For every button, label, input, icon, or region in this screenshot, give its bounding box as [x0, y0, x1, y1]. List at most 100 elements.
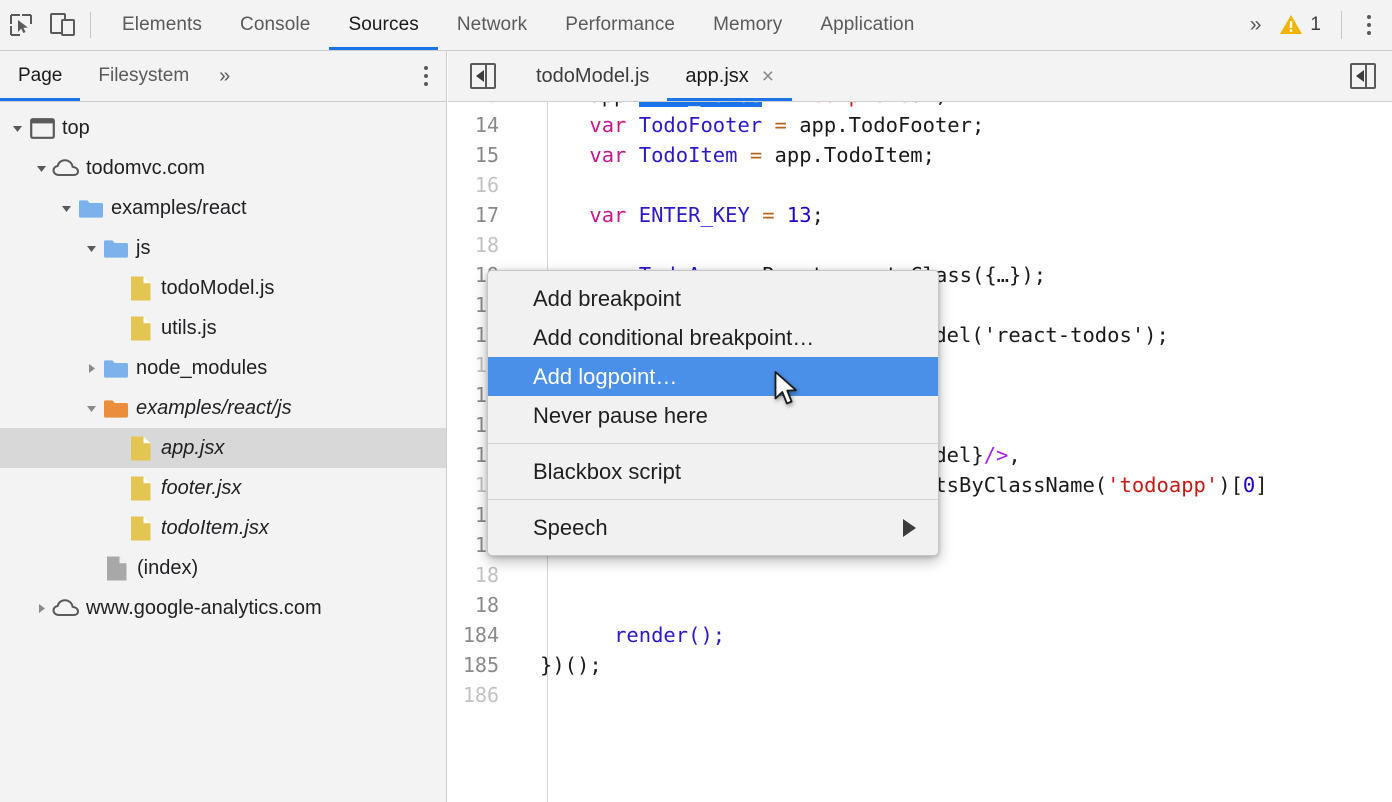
file-tab-todomodel-js[interactable]: todoModel.js: [518, 51, 667, 101]
tab-sources[interactable]: Sources: [329, 0, 437, 50]
tab-elements[interactable]: Elements: [103, 0, 221, 50]
line-number: 185: [448, 650, 512, 680]
show-debugger-icon[interactable]: [1350, 63, 1376, 89]
warning-triangle-icon: [1279, 14, 1303, 36]
twisty-down-icon[interactable]: [80, 402, 102, 415]
code-line: 17 var ENTER_KEY = 13;: [448, 200, 1392, 230]
code-token: app.: [589, 102, 638, 107]
file-js-icon: [127, 435, 155, 462]
tree-row-top[interactable]: top: [0, 108, 446, 148]
folder-blue-icon: [102, 238, 130, 259]
menu-item-blackbox-script[interactable]: Blackbox script: [488, 452, 938, 491]
submenu-arrow-icon: [903, 519, 916, 537]
code-text: var TodoFooter = app.TodoFooter;: [534, 110, 984, 140]
tab-console-label: Console: [240, 14, 310, 36]
tree-row-node-modules[interactable]: node_modules: [0, 348, 446, 388]
twisty-down-icon[interactable]: [6, 122, 28, 135]
menu-item-add-logpoint[interactable]: Add logpoint…: [488, 357, 938, 396]
tab-memory-label: Memory: [713, 14, 782, 36]
menu-item-add-breakpoint[interactable]: Add breakpoint: [488, 279, 938, 318]
code-line: 14 var TodoFooter = app.TodoFooter;: [448, 110, 1392, 140]
line-number: 186: [448, 680, 512, 710]
tree-row-js[interactable]: js: [0, 228, 446, 268]
menu-item-never-pause-here[interactable]: Never pause here: [488, 396, 938, 435]
code-token: ,: [1008, 443, 1020, 467]
editor-tabbar: todoModel.js app.jsx ×: [448, 51, 1392, 102]
toolbar-right-group: » 1: [1236, 0, 1392, 50]
nav-overflow-icon[interactable]: »: [207, 65, 240, 88]
tree-row-examples-react[interactable]: examples/react: [0, 188, 446, 228]
tree-row-footer-jsx[interactable]: footer.jsx: [0, 468, 446, 508]
close-icon[interactable]: ×: [762, 66, 774, 87]
file-tab-label: app.jsx: [685, 65, 748, 88]
twisty-down-icon[interactable]: [55, 202, 77, 215]
tree-label: footer.jsx: [161, 478, 241, 498]
twisty-down-icon[interactable]: [80, 242, 102, 255]
file-js-icon: [127, 475, 155, 502]
twisty-right-icon[interactable]: [30, 602, 52, 615]
tree-label: www.google-analytics.com: [86, 598, 322, 618]
code-line: 13 app.ETED_TODOS = 'completed';: [448, 102, 1392, 110]
breakpoint-context-menu: Add breakpoint Add conditional breakpoin…: [487, 270, 939, 556]
tree-row-todomodel-js[interactable]: todoModel.js: [0, 268, 446, 308]
code-line: 16: [448, 170, 1392, 200]
navigator-more-options-icon[interactable]: [406, 51, 446, 101]
tree-label: todoModel.js: [161, 278, 274, 298]
mouse-pointer-icon: [774, 371, 800, 412]
code-token: 'completed': [799, 102, 935, 107]
sources-navigator-panel: Page Filesystem » top: [0, 51, 447, 802]
menu-item-speech[interactable]: Speech: [488, 508, 938, 547]
tree-row-utils-js[interactable]: utils.js: [0, 308, 446, 348]
file-tab-app-jsx[interactable]: app.jsx ×: [667, 51, 792, 101]
nav-tab-filesystem[interactable]: Filesystem: [80, 51, 207, 101]
code-text: })();: [534, 650, 602, 680]
inspect-cursor-icon[interactable]: [0, 0, 42, 50]
file-gray-icon: [103, 555, 131, 582]
tab-memory[interactable]: Memory: [694, 0, 801, 50]
show-navigator-icon[interactable]: [470, 63, 496, 89]
nav-tab-filesystem-label: Filesystem: [98, 65, 189, 87]
folder-blue-icon: [77, 198, 105, 219]
line-number: 16: [448, 170, 512, 200]
menu-item-add-conditional-breakpoint[interactable]: Add conditional breakpoint…: [488, 318, 938, 357]
tab-console[interactable]: Console: [221, 0, 329, 50]
code-line: 184 render();: [448, 620, 1392, 650]
line-number: 17: [448, 200, 512, 230]
code-line: 18: [448, 590, 1392, 620]
code-token: 0: [1243, 473, 1255, 497]
code-token: />: [984, 443, 1009, 467]
twisty-right-icon[interactable]: [80, 362, 102, 375]
twisty-down-icon[interactable]: [30, 162, 52, 175]
tab-network[interactable]: Network: [438, 0, 546, 50]
tree-row-todomvc[interactable]: todomvc.com: [0, 148, 446, 188]
code-line: 185 })();: [448, 650, 1392, 680]
code-line: 18: [448, 230, 1392, 260]
code-text: app.ETED_TODOS = 'completed';: [534, 102, 947, 110]
devtools-window: Elements Console Sources Network Perform…: [0, 0, 1392, 802]
tab-performance[interactable]: Performance: [546, 0, 694, 50]
tree-label: utils.js: [161, 318, 217, 338]
tab-sources-label: Sources: [348, 14, 418, 36]
tree-row-todoitem-jsx[interactable]: todoItem.jsx: [0, 508, 446, 548]
folder-blue-icon: [102, 358, 130, 379]
code-text: var ENTER_KEY = 13;: [534, 200, 824, 230]
tree-row-index[interactable]: (index): [0, 548, 446, 588]
warning-status-badge[interactable]: 1: [1273, 14, 1331, 36]
tree-row-google-analytics[interactable]: www.google-analytics.com: [0, 588, 446, 628]
tab-application-label: Application: [820, 14, 914, 36]
menu-item-label: Add breakpoint: [533, 286, 681, 312]
code-token: ;: [935, 102, 947, 107]
editor-tabbar-right: [1350, 63, 1392, 89]
more-options-icon[interactable]: [1352, 0, 1386, 50]
nav-tab-page[interactable]: Page: [0, 51, 80, 101]
tab-application[interactable]: Application: [801, 0, 933, 50]
tab-performance-label: Performance: [565, 14, 675, 36]
cloud-icon: [52, 598, 80, 618]
tree-row-app-jsx[interactable]: app.jsx: [0, 428, 446, 468]
line-number: 14: [448, 110, 512, 140]
menu-divider: [488, 499, 938, 500]
device-toolbar-icon[interactable]: [42, 0, 84, 50]
tree-row-examples-react-js[interactable]: examples/react/js: [0, 388, 446, 428]
line-number: 184: [448, 620, 512, 650]
toolbar-overflow-icon[interactable]: »: [1236, 13, 1274, 37]
